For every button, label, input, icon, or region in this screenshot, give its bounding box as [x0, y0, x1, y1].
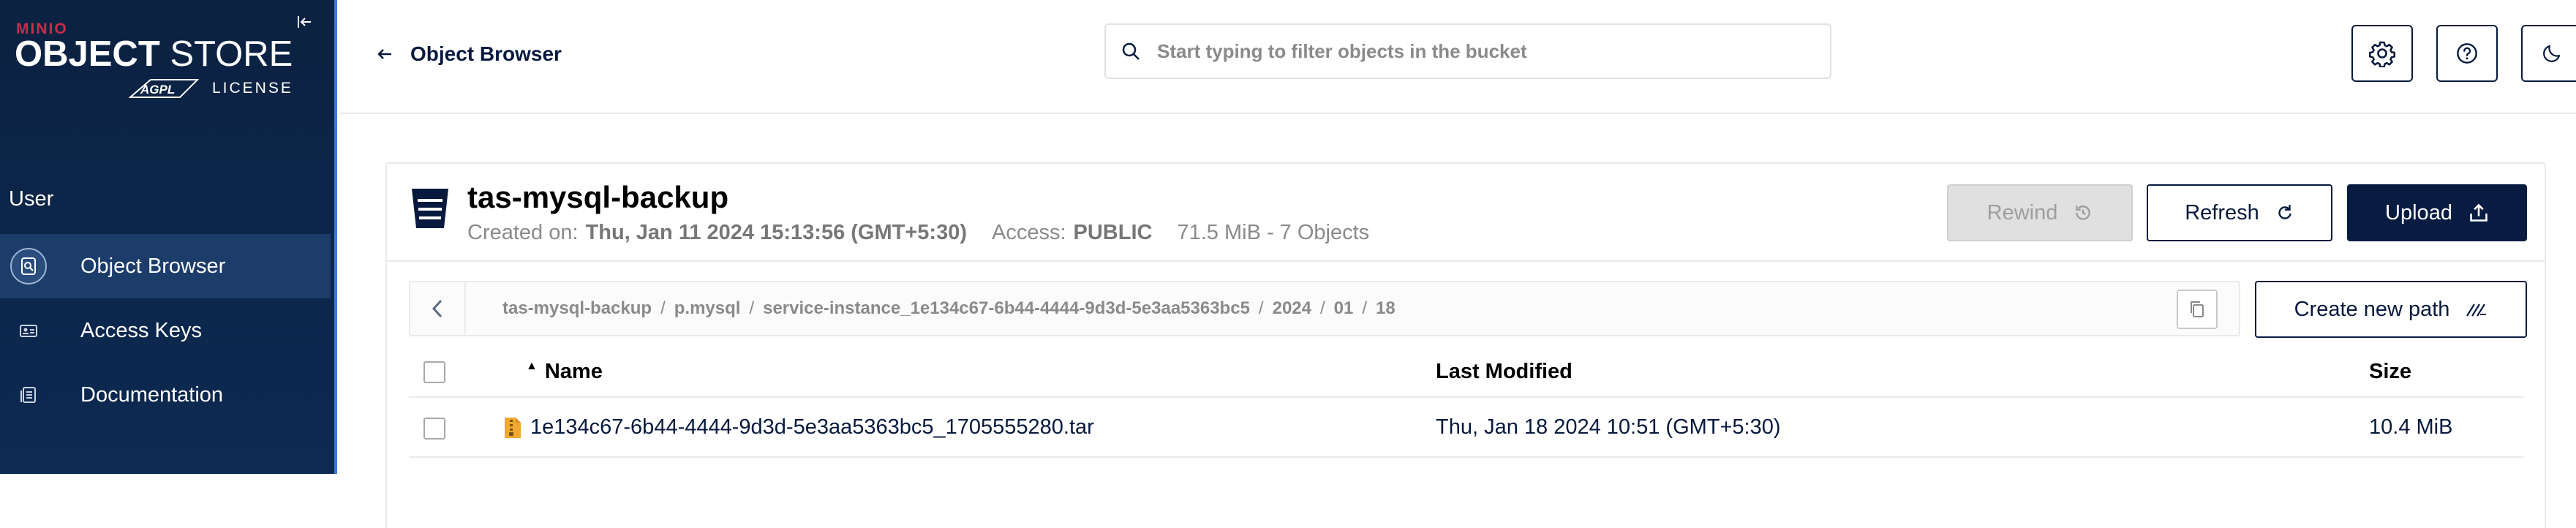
panel-divider [387, 260, 2545, 262]
sidebar-item-label: Access Keys [80, 318, 202, 342]
refresh-icon [2278, 205, 2291, 219]
archive-file-icon [505, 417, 521, 438]
moon-icon [2543, 45, 2561, 62]
column-header-last-modified[interactable]: Last Modified [1436, 360, 1573, 384]
documentation-icon [10, 377, 47, 413]
search-icon [1122, 42, 1140, 60]
sidebar-item-label: Documentation [80, 382, 224, 407]
breadcrumb-item-folder[interactable]: 2024 [1273, 298, 1311, 319]
breadcrumb-separator: / [1258, 298, 1264, 318]
refresh-label: Refresh [2185, 200, 2259, 225]
upload-label: Upload [2385, 200, 2452, 225]
logo-object-text: OBJECT [15, 34, 160, 74]
sidebar: MINIO OBJECT STORE AGPL LICENSE User Obj… [0, 0, 337, 474]
bucket-name: tas-mysql-backup [467, 180, 729, 214]
logo-license-row: AGPL LICENSE [129, 76, 293, 101]
column-header-name[interactable]: ▲ Name [526, 360, 603, 384]
sidebar-section-user: User [9, 187, 54, 211]
object-name-cell[interactable]: 1e134c67-6b44-4444-9d3d-5e3aa5363bc5_170… [502, 415, 1094, 440]
logo-license-text: LICENSE [212, 80, 293, 97]
sidebar-item-label: Object Browser [80, 254, 226, 278]
breadcrumb-item-folder[interactable]: 01 [1334, 298, 1354, 319]
refresh-button[interactable]: Refresh [2147, 184, 2332, 241]
select-all-checkbox[interactable] [423, 361, 445, 383]
copy-path-button[interactable] [2177, 290, 2218, 329]
back-to-object-browser-link[interactable]: Object Browser [377, 38, 562, 70]
breadcrumb-item-folder[interactable]: service-instance_1e134c67-6b44-4444-9d3d… [763, 298, 1250, 319]
new-path-icon [2466, 303, 2487, 317]
column-header-size[interactable]: Size [2369, 360, 2411, 384]
settings-button[interactable] [2351, 25, 2413, 82]
help-icon [2457, 43, 2477, 64]
table-row[interactable]: 1e134c67-6b44-4444-9d3d-5e3aa5363bc5_170… [409, 399, 2524, 458]
bucket-panel: tas-mysql-backup Created on: Thu, Jan 11… [385, 162, 2546, 528]
object-browser-icon [10, 248, 47, 284]
breadcrumb-separator: / [1362, 298, 1368, 318]
sidebar-item-documentation[interactable]: Documentation [0, 363, 331, 427]
breadcrumb-item-folder[interactable]: p.mysql [674, 298, 741, 319]
create-new-path-button[interactable]: Create new path [2255, 281, 2527, 338]
column-header-label: Last Modified [1436, 360, 1573, 383]
bucket-icon [412, 189, 448, 228]
arrow-left-icon [377, 49, 391, 59]
top-header: Object Browser [340, 0, 2576, 114]
search-box [1104, 23, 1831, 79]
sidebar-item-access-keys[interactable]: Access Keys [0, 298, 331, 363]
access-value: PUBLIC [1073, 221, 1153, 244]
column-header-label: Name [544, 360, 603, 383]
rewind-icon [2076, 205, 2091, 220]
created-value: Thu, Jan 11 2024 15:13:56 (GMT+5:30) [585, 221, 967, 244]
path-back-button[interactable] [410, 282, 466, 335]
breadcrumb-item-bucket[interactable]: tas-mysql-backup [502, 298, 652, 319]
collapse-sidebar-button[interactable] [293, 10, 316, 34]
row-checkbox[interactable] [423, 418, 445, 440]
object-size-cell: 10.4 MiB [2369, 415, 2453, 439]
access-label: Access: [991, 221, 1066, 244]
chevron-left-icon [432, 299, 442, 318]
dark-mode-toggle[interactable] [2521, 25, 2576, 82]
rewind-button[interactable]: Rewind [1947, 184, 2133, 241]
settings-icon [2368, 41, 2396, 67]
access-keys-icon [10, 312, 47, 349]
breadcrumb: tas-mysql-backup / p.mysql / service-ins… [502, 298, 1396, 319]
logo-store-text: STORE [170, 34, 293, 74]
bucket-size-summary: 71.5 MiB - 7 Objects [1177, 221, 1370, 244]
bucket-meta: Created on: Thu, Jan 11 2024 15:13:56 (G… [467, 221, 1369, 245]
column-header-label: Size [2369, 360, 2412, 383]
created-label: Created on: [467, 221, 579, 244]
logo-product-name: OBJECT STORE [15, 37, 293, 72]
breadcrumb-separator: / [660, 298, 666, 318]
sidebar-item-object-browser[interactable]: Object Browser [0, 234, 331, 298]
agpl-logo-icon: AGPL [129, 79, 199, 98]
objects-table-header: ▲ Name Last Modified Size [409, 347, 2524, 398]
object-modified-cell: Thu, Jan 18 2024 10:51 (GMT+5:30) [1436, 415, 1781, 439]
copy-icon [2191, 301, 2204, 317]
path-bar: tas-mysql-backup / p.mysql / service-ins… [409, 281, 2240, 336]
upload-button[interactable]: Upload [2347, 184, 2527, 241]
breadcrumb-separator: / [749, 298, 755, 318]
collapse-icon [298, 16, 311, 28]
breadcrumb-separator: / [1319, 298, 1325, 318]
agpl-text: AGPL [140, 83, 175, 97]
back-link-label: Object Browser [410, 42, 562, 65]
help-button[interactable] [2436, 25, 2498, 82]
upload-icon [2470, 203, 2488, 222]
sort-ascending-icon: ▲ [526, 359, 538, 372]
object-name: 1e134c67-6b44-4444-9d3d-5e3aa5363bc5_170… [530, 415, 1094, 439]
create-new-path-label: Create new path [2294, 297, 2450, 321]
rewind-label: Rewind [1986, 200, 2058, 225]
filter-objects-input[interactable] [1157, 39, 1801, 63]
breadcrumb-item-folder[interactable]: 18 [1376, 298, 1396, 319]
